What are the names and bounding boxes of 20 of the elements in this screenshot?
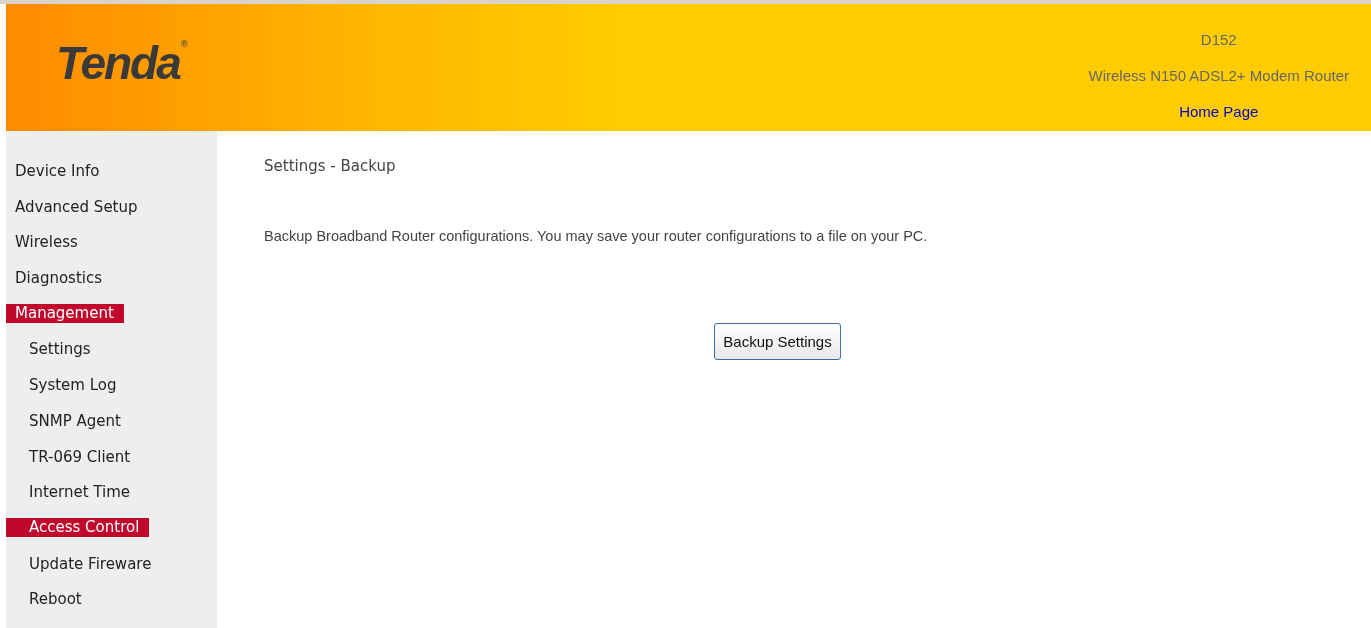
menu-item[interactable]: Diagnostics [6,267,113,290]
home-page-link[interactable]: Home Page [1179,102,1259,122]
menu-item[interactable]: Internet Time [6,481,141,504]
menu-item[interactable]: Device Info [6,160,110,182]
backup-settings-button[interactable]: Backup Settings [714,323,841,360]
menu-item[interactable]: Settings [6,338,101,361]
menu-item[interactable]: System Log [6,374,127,397]
menu-item[interactable]: TR-069 Client [6,445,141,468]
menu-item[interactable]: Management [6,304,124,324]
page-title: Settings - Backup [264,157,397,175]
menu-item[interactable]: Access Control [6,518,150,538]
menu-item[interactable]: Reboot [6,588,92,611]
menu-item[interactable]: Update Fireware [6,552,162,575]
description-text: Backup Broadband Router configurations. You may save your router configurations to a file on your PC. [264,228,929,244]
logo: Tenda® [56,40,189,86]
menu-item[interactable]: Advanced Setup [6,195,148,218]
model-name: D152 [1200,30,1237,50]
menu-item[interactable]: SNMP Agent [6,409,131,432]
menu-item[interactable]: Wireless [6,231,88,254]
product-name: Wireless N150 ADSL2+ Modem Router [1088,66,1349,86]
